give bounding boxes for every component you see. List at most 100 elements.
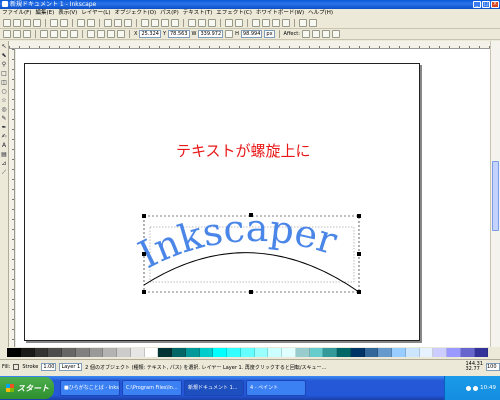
- zoom-field[interactable]: 100: [486, 363, 500, 371]
- color-swatch[interactable]: [103, 348, 117, 357]
- color-swatch[interactable]: [227, 348, 241, 357]
- calligraphy-tool-icon[interactable]: ✍: [1, 133, 8, 140]
- color-swatch[interactable]: [158, 348, 172, 357]
- flip-horizontal-icon[interactable]: [60, 30, 68, 38]
- star-tool-icon[interactable]: ☆: [1, 97, 8, 104]
- color-swatch[interactable]: [185, 348, 200, 357]
- color-swatch[interactable]: [295, 348, 310, 357]
- color-swatch[interactable]: [144, 348, 159, 357]
- taskbar-button[interactable]: C:\Program Files\In...: [122, 380, 182, 396]
- taskbar-button[interactable]: ■ひらがなことば - Inkscape: [60, 380, 120, 396]
- duplicate-icon[interactable]: [188, 19, 196, 27]
- lock-icon[interactable]: [225, 30, 234, 38]
- width-field[interactable]: 339.972: [198, 30, 224, 38]
- zoom-selection-icon[interactable]: [141, 19, 149, 27]
- color-swatch[interactable]: [34, 348, 49, 357]
- color-swatch[interactable]: [419, 348, 434, 357]
- export-icon[interactable]: [60, 19, 68, 27]
- redo-icon[interactable]: [87, 19, 95, 27]
- zoom-tool-icon[interactable]: ⚲: [1, 61, 8, 68]
- cut-icon[interactable]: [114, 19, 122, 27]
- maximize-button[interactable]: □: [482, 1, 490, 8]
- color-swatch[interactable]: [405, 348, 420, 357]
- scale-stroke-icon[interactable]: [301, 30, 310, 38]
- node-tool-icon[interactable]: ⬉: [1, 52, 8, 59]
- unlink-clone-icon[interactable]: [208, 19, 216, 27]
- color-swatch[interactable]: [364, 348, 379, 357]
- color-swatch[interactable]: [309, 348, 324, 357]
- lower-bottom-icon[interactable]: [117, 30, 125, 38]
- document-properties-icon[interactable]: [309, 19, 317, 27]
- lower-icon[interactable]: [107, 30, 115, 38]
- connector-tool-icon[interactable]: ⟋: [1, 169, 8, 176]
- menu-view[interactable]: 表示(V): [58, 9, 77, 18]
- group-icon[interactable]: [225, 19, 233, 27]
- paste-icon[interactable]: [124, 19, 132, 27]
- print-icon[interactable]: [33, 19, 41, 27]
- horizontal-ruler[interactable]: [9, 41, 490, 49]
- text-tool-icon[interactable]: A: [1, 142, 8, 149]
- color-swatch[interactable]: [474, 348, 489, 357]
- align-icon[interactable]: [282, 19, 290, 27]
- ellipse-tool-icon[interactable]: ○: [1, 88, 8, 95]
- spiral-tool-icon[interactable]: ◎: [1, 106, 8, 113]
- color-swatch[interactable]: [254, 348, 269, 357]
- color-swatch[interactable]: [7, 348, 21, 357]
- minimize-button[interactable]: _: [473, 1, 481, 8]
- dropper-tool-icon[interactable]: ⊿: [1, 160, 8, 167]
- clone-icon[interactable]: [198, 19, 206, 27]
- menu-path[interactable]: パス(P): [160, 9, 179, 18]
- color-swatch[interactable]: [89, 348, 104, 357]
- menu-effects[interactable]: エフェクト(C): [216, 9, 252, 18]
- color-swatch[interactable]: [447, 348, 461, 357]
- 3dbox-tool-icon[interactable]: ◫: [1, 79, 8, 86]
- ungroup-icon[interactable]: [235, 19, 243, 27]
- fill-stroke-icon[interactable]: [252, 19, 260, 27]
- color-swatch[interactable]: [378, 348, 392, 357]
- color-swatch[interactable]: [282, 348, 296, 357]
- select-all-layers-icon[interactable]: [13, 30, 21, 38]
- menu-object[interactable]: オブジェクト(O): [115, 9, 157, 18]
- color-swatch[interactable]: [433, 348, 447, 357]
- copy-icon[interactable]: [104, 19, 112, 27]
- select-all-icon[interactable]: [3, 30, 11, 38]
- vertical-scrollbar[interactable]: [490, 41, 500, 347]
- tray-icon[interactable]: [473, 385, 479, 391]
- color-swatch[interactable]: [117, 348, 131, 357]
- menu-file[interactable]: ファイル(F): [2, 9, 31, 18]
- scrollbar-thumb[interactable]: [492, 161, 499, 231]
- gradient-tool-icon[interactable]: ▤: [1, 151, 8, 158]
- color-swatch[interactable]: [20, 348, 35, 357]
- zoom-width-icon[interactable]: [171, 19, 179, 27]
- color-swatch[interactable]: [350, 348, 365, 357]
- menu-layer[interactable]: レイヤー(L): [81, 9, 110, 18]
- pencil-tool-icon[interactable]: ✎: [1, 115, 8, 122]
- rotate-cw-icon[interactable]: [50, 30, 58, 38]
- color-swatch[interactable]: [48, 348, 62, 357]
- import-icon[interactable]: [50, 19, 58, 27]
- canvas[interactable]: テキストが螺旋上に Inkscaper: [16, 49, 490, 347]
- taskbar-button-active[interactable]: 新規ドキュメント 1...: [184, 380, 244, 396]
- stroke-width-field[interactable]: 1.00: [41, 363, 57, 371]
- fill-indicator[interactable]: [13, 364, 20, 370]
- color-swatch[interactable]: [199, 348, 214, 357]
- start-button[interactable]: スタート: [0, 377, 54, 399]
- vertical-ruler[interactable]: [9, 49, 15, 347]
- new-document-icon[interactable]: [3, 19, 11, 27]
- close-button[interactable]: ×: [491, 1, 499, 8]
- zoom-drawing-icon[interactable]: [151, 19, 159, 27]
- color-swatch[interactable]: [268, 348, 282, 357]
- height-field[interactable]: 98.994: [240, 30, 263, 38]
- layer-select[interactable]: Layer 1: [59, 363, 83, 371]
- raise-icon[interactable]: [97, 30, 105, 38]
- color-swatch[interactable]: [240, 348, 255, 357]
- tray-icon[interactable]: [466, 385, 472, 391]
- color-swatch[interactable]: [337, 348, 351, 357]
- text-font-icon[interactable]: [262, 19, 270, 27]
- move-patterns-icon[interactable]: [331, 30, 340, 38]
- color-swatch[interactable]: [75, 348, 90, 357]
- raise-top-icon[interactable]: [87, 30, 95, 38]
- color-swatch[interactable]: [130, 348, 145, 357]
- select-tool-icon[interactable]: ↖: [1, 43, 8, 50]
- undo-icon[interactable]: [77, 19, 85, 27]
